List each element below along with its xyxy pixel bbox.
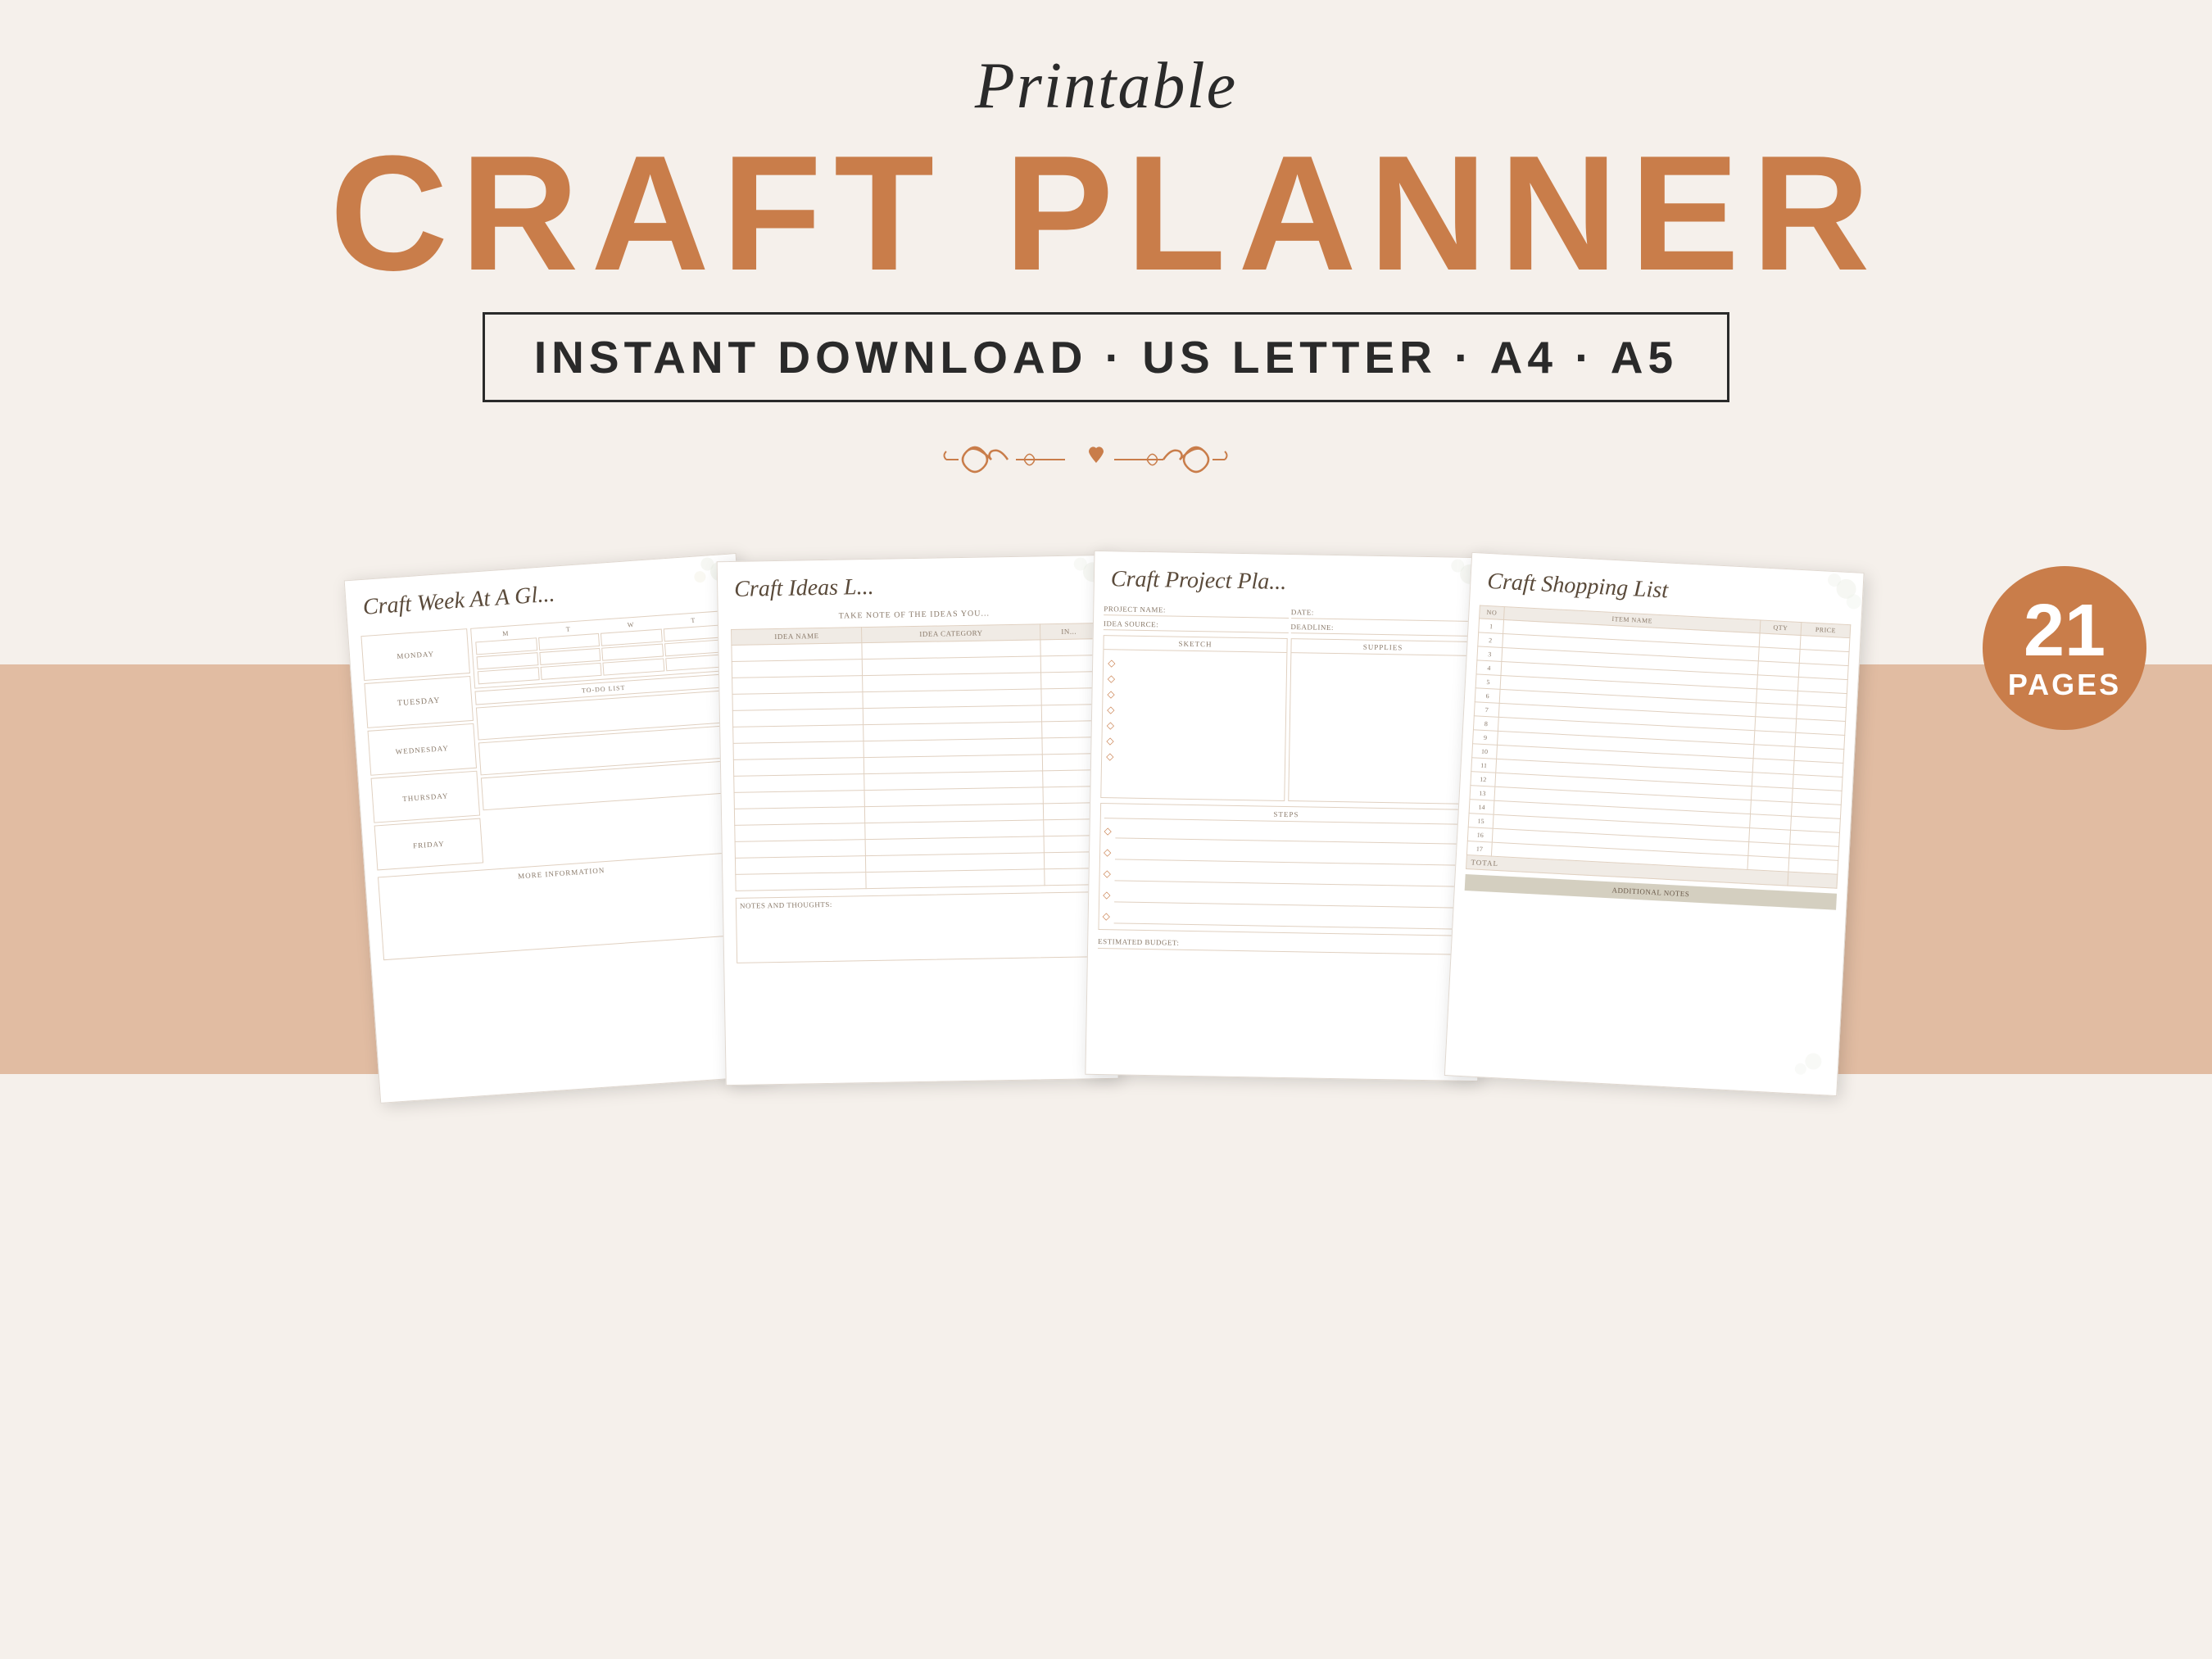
divider-section	[942, 427, 1270, 492]
step-row: ◇	[1103, 907, 1466, 932]
day-tuesday: TUESDAY	[364, 676, 474, 728]
documents-container: Craft Week At A Gl... MONDAY TUESDAY WED…	[0, 550, 2212, 1074]
diamond-icon: ◇	[1107, 688, 1281, 704]
floral-bottom-icon	[1763, 1009, 1832, 1078]
diamond-icon: ◇	[1106, 735, 1281, 750]
page2-content: TAKE NOTE OF THE IDEAS YOU... IDEA NAME …	[718, 603, 1117, 968]
document-page-2: Craft Ideas L... TAKE NOTE OF THE IDEAS …	[717, 555, 1119, 1086]
supplies-section: SUPPLIES	[1288, 638, 1475, 805]
day-monday: MONDAY	[360, 628, 470, 681]
more-info-section: MORE INFORMATION	[378, 851, 750, 960]
ideas-table: IDEA NAME IDEA CATEGORY IN...	[731, 623, 1103, 891]
budget-field: ESTIMATED BUDGET:	[1098, 935, 1470, 955]
project-name-field: PROJECT NAME:	[1104, 603, 1289, 619]
step-row: ◇	[1103, 886, 1466, 911]
header-section: Printable CRAFT PLANNER INSTANT DOWNLOAD…	[0, 0, 2212, 550]
step-row: ◇	[1104, 843, 1467, 868]
idea-source-field: IDEA SOURCE:	[1104, 618, 1289, 633]
badge-number: 21	[2024, 594, 2105, 668]
printable-label: Printable	[975, 49, 1237, 124]
grid-cell	[602, 658, 664, 675]
day-thursday: THURSDAY	[371, 771, 481, 823]
step-icon: ◇	[1104, 868, 1111, 880]
step-icon: ◇	[1104, 825, 1111, 837]
diamond-icon: ◇	[1108, 673, 1282, 688]
col-no: NO	[1480, 605, 1505, 620]
pages-section: 21 PAGES Craft Week At A Gl...	[0, 550, 2212, 1074]
step-icon: ◇	[1103, 910, 1110, 922]
page1-content: MONDAY TUESDAY WEDNESDAY THURSDAY FRIDAY…	[348, 601, 763, 969]
sketch-section: SKETCH ◇ ◇ ◇ ◇ ◇ ◇ ◇	[1100, 635, 1287, 801]
diamond-icon: ◇	[1108, 657, 1282, 673]
diamond-icon: ◇	[1107, 719, 1281, 735]
step-icon: ◇	[1103, 889, 1110, 901]
grid-cell	[478, 667, 539, 684]
pages-badge: 21 PAGES	[1983, 566, 2146, 730]
sketch-content: ◇ ◇ ◇ ◇ ◇ ◇ ◇	[1101, 650, 1286, 800]
main-container: Printable CRAFT PLANNER INSTANT DOWNLOAD…	[0, 0, 2212, 1659]
day-wednesday: WEDNESDAY	[368, 723, 478, 776]
step-icon: ◇	[1104, 846, 1111, 859]
document-page-3: Craft Project Pla... PROJECT NAME: DATE:…	[1085, 551, 1487, 1081]
step-row: ◇	[1103, 864, 1466, 890]
day-friday: FRIDAY	[374, 818, 484, 871]
supplies-content	[1289, 653, 1474, 804]
notes-section: NOTES AND THOUGHTS:	[736, 891, 1104, 963]
subtitle-box: INSTANT DOWNLOAD · US LETTER · A4 · A5	[483, 312, 1729, 402]
decorative-divider	[942, 427, 1270, 492]
document-page-4: Craft Shopping List NO ITEM NAME QTY PRI…	[1444, 552, 1865, 1096]
badge-label: PAGES	[2008, 668, 2121, 702]
grid-cell	[540, 663, 601, 680]
subtitle-text: INSTANT DOWNLOAD · US LETTER · A4 · A5	[534, 331, 1678, 383]
page3-content: PROJECT NAME: DATE: IDEA SOURCE: DEADLIN…	[1088, 599, 1485, 959]
page4-content: NO ITEM NAME QTY PRICE 1 2 3 4 5	[1452, 601, 1861, 966]
document-page-1: Craft Week At A Gl... MONDAY TUESDAY WED…	[344, 553, 773, 1104]
diamond-icon: ◇	[1107, 704, 1281, 719]
notes-content	[740, 904, 1099, 959]
floral-corner-icon-4	[1777, 569, 1863, 655]
diamond-icon: ◇	[1106, 750, 1281, 766]
main-title: CRAFT PLANNER	[330, 132, 1883, 296]
step-row: ◇	[1104, 822, 1467, 847]
steps-section: STEPS ◇ ◇ ◇	[1098, 803, 1472, 936]
